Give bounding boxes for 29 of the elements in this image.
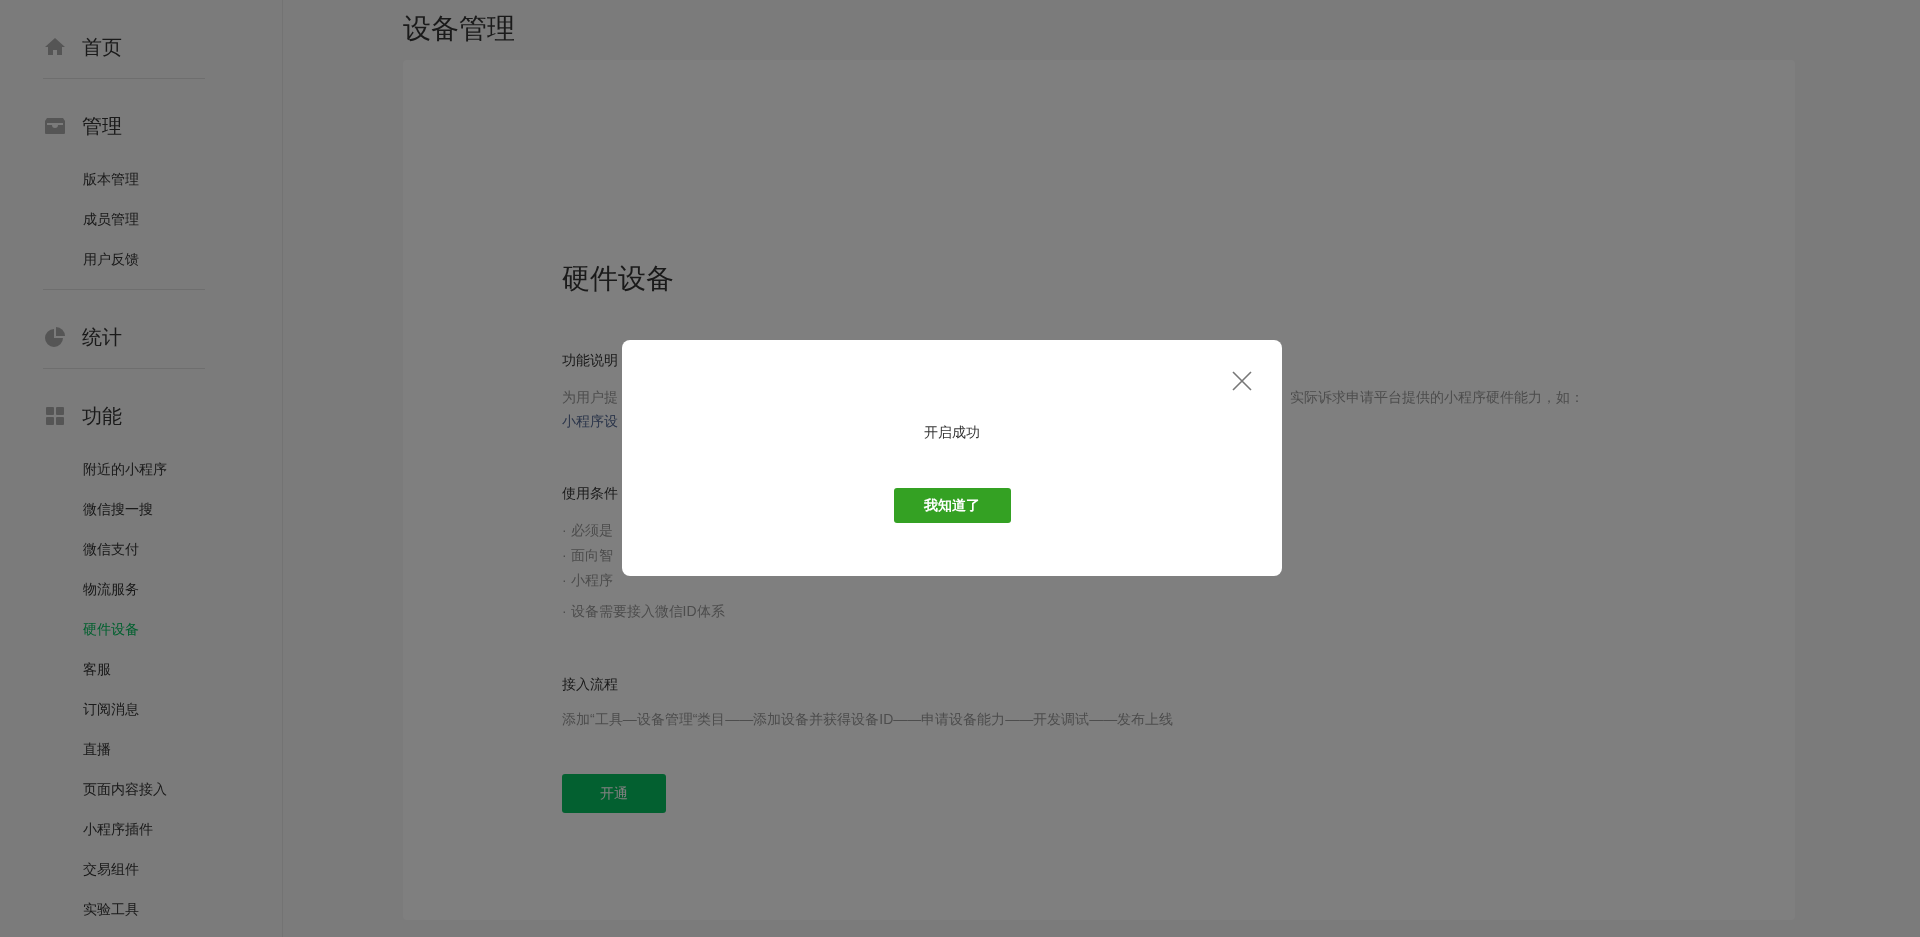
pie-chart-icon xyxy=(43,325,67,349)
nav-item[interactable]: 交易组件 xyxy=(83,849,139,889)
confirm-button[interactable]: 我知道了 xyxy=(893,488,1011,523)
description-link[interactable]: 小程序设 xyxy=(562,412,618,429)
nav-item[interactable]: 客服 xyxy=(83,649,111,689)
section-title: 硬件设备 xyxy=(562,261,675,296)
nav-item[interactable]: 成员管理 xyxy=(83,199,139,239)
nav-item[interactable]: 版本管理 xyxy=(83,159,139,199)
nav-item[interactable]: 订阅消息 xyxy=(83,689,139,729)
nav-item[interactable]: 页面内容接入 xyxy=(83,769,167,809)
section-heading: 使用条件 xyxy=(562,483,618,503)
section-heading: 接入流程 xyxy=(562,674,618,694)
section-heading: 功能说明 xyxy=(562,350,618,370)
nav-item[interactable]: 实验工具 xyxy=(83,889,139,929)
nav-item[interactable]: 附近的小程序 xyxy=(83,449,167,489)
nav-heading[interactable]: 管理 xyxy=(82,111,122,141)
nav-heading[interactable]: 首页 xyxy=(82,32,122,62)
nav-item[interactable]: 直播 xyxy=(83,729,111,769)
dialog-message: 开启成功 xyxy=(923,423,981,442)
nav-item[interactable]: 微信支付 xyxy=(83,529,139,569)
nav-item[interactable]: 用户反馈 xyxy=(83,239,139,279)
page-title: 设备管理 xyxy=(403,12,516,46)
nav-heading[interactable]: 功能 xyxy=(82,401,122,431)
nav-item[interactable]: 微信搜一搜 xyxy=(83,489,153,529)
close-icon[interactable] xyxy=(1230,368,1254,392)
grid-icon xyxy=(43,404,67,428)
nav-item[interactable]: 小程序插件 xyxy=(83,809,153,849)
nav-heading[interactable]: 统计 xyxy=(82,322,122,352)
nav-item[interactable]: 物流服务 xyxy=(83,569,139,609)
